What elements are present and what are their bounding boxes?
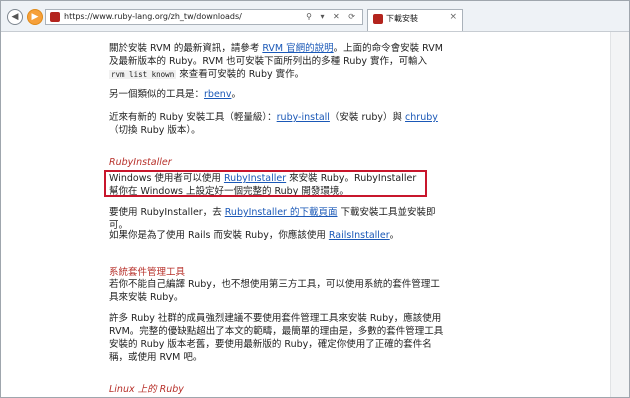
rvm-list-known-code: rvm list known	[109, 70, 177, 79]
package-manager-paragraph-1: 若你不能自己編譯 Ruby，也不想使用第三方工具，可以使用系統的套件管理工具來安…	[109, 278, 444, 304]
tab-favicon-icon	[373, 14, 383, 24]
tab-downloads[interactable]: 下載安裝 ×	[367, 9, 463, 31]
rails-paragraph: 如果你是為了使用 Rails 而安裝 Ruby，你應該使用 RailsInsta…	[109, 229, 444, 242]
text: 如果你是為了使用 Rails 而安裝 Ruby，你應該使用	[109, 230, 329, 241]
rbenv-paragraph: 另一個類似的工具是：rbenv。	[109, 88, 444, 101]
rvm-paragraph: 關於安裝 RVM 的最新資訊，請參考 RVM 官網的說明。上面的命令會安裝 RV…	[109, 42, 444, 81]
url-text: https://www.ruby-lang.org/zh_tw/download…	[64, 12, 242, 21]
text: 另一個類似的工具是：	[109, 89, 205, 100]
ruby-install-paragraph: 近來有新的 Ruby 安裝工具（輕量級）：ruby-install（安裝 rub…	[109, 111, 444, 137]
railsinstaller-link[interactable]: RailsInstaller	[329, 230, 390, 241]
linux-heading: Linux 上的 Ruby	[109, 384, 184, 395]
text: 要使用 RubyInstaller，去	[109, 207, 225, 218]
rvm-docs-link[interactable]: RVM 官網的說明	[262, 43, 333, 54]
back-button[interactable]: ◀	[7, 9, 23, 25]
text: （安裝 ruby）與	[329, 112, 406, 123]
highlight-box	[104, 170, 427, 197]
rubyinstaller-download-link[interactable]: RubyInstaller 的下載頁面	[225, 207, 338, 218]
address-bar[interactable]: https://www.ruby-lang.org/zh_tw/download…	[45, 9, 363, 25]
text: 來查看可安裝的 Ruby 實作。	[176, 69, 305, 80]
text: （切換 Ruby 版本）。	[109, 125, 201, 136]
forward-button[interactable]: ▶	[27, 9, 43, 25]
package-manager-paragraph-2: 許多 Ruby 社群的成員強烈建議不要使用套件管理工具來安裝 Ruby，應該使用…	[109, 312, 444, 364]
browser-window: ◀ ▶ https://www.ruby-lang.org/zh_tw/down…	[0, 0, 630, 398]
address-bar-icons[interactable]: ⚲ ▾ ✕ ⟳	[306, 10, 358, 24]
text: 許多 Ruby 社群的成員強烈建議不要使用套件管理工具來安裝 Ruby，應該使用…	[109, 313, 444, 363]
vertical-scrollbar[interactable]	[610, 32, 629, 397]
tab-close-icon[interactable]: ×	[449, 12, 457, 22]
tab-title: 下載安裝	[386, 14, 418, 23]
text: 近來有新的 Ruby 安裝工具（輕量級）：	[109, 112, 277, 123]
chruby-link[interactable]: chruby	[405, 112, 438, 123]
text: 。	[389, 230, 400, 241]
text: 。	[231, 89, 241, 100]
text: 關於安裝 RVM 的最新資訊，請參考	[109, 43, 263, 54]
text: 若你不能自己編譯 Ruby，也不想使用第三方工具，可以使用系統的套件管理工具來安…	[109, 279, 440, 303]
package-manager-heading: 系統套件管理工具	[109, 267, 186, 278]
browser-toolbar: ◀ ▶ https://www.ruby-lang.org/zh_tw/down…	[1, 1, 629, 32]
ruby-favicon-icon	[50, 12, 60, 22]
rbenv-link[interactable]: rbenv	[204, 89, 231, 100]
rubyinstaller-heading: RubyInstaller	[109, 157, 172, 168]
ruby-install-link[interactable]: ruby-install	[277, 112, 330, 123]
